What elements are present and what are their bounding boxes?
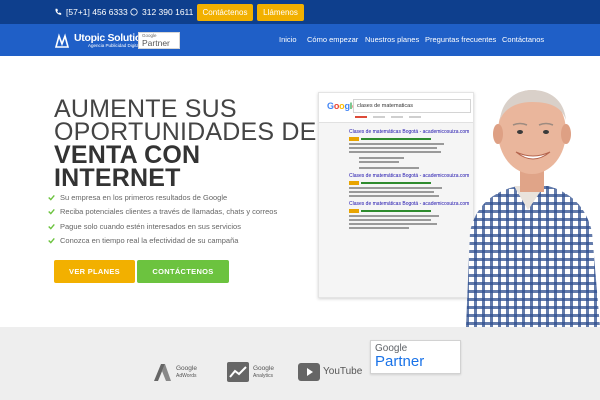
phone-number: [57+1] 456 6333 [66,7,128,17]
check-icon [48,223,55,230]
bullet-text: Reciba potenciales clientes a través de … [60,207,278,216]
hero-bullet-3: Pague solo cuando estén interesados en s… [48,220,241,233]
site-logo[interactable]: Utopic Solution Agencia Publicidad Digit… [55,31,147,50]
result-ad-3 [349,208,431,213]
analytics-label-product: Analytics [253,373,274,379]
youtube-label: YouTube [323,366,363,377]
google-search-mockup: Google clases de matematicas Clases de m… [318,92,474,298]
search-query-box: clases de matematicas [353,99,471,113]
google-partner-badge: Google Partner [138,32,180,49]
bullet-text: Pague solo cuando estén interesados en s… [60,222,241,231]
hero-headline-line-4: INTERNET [54,164,181,192]
result-title-3: Clases de matemáticas Bogotá - academico… [349,201,470,207]
youtube-icon [298,363,320,381]
analytics-label-google: Google [253,365,274,372]
adwords-label-google: Google [176,365,197,372]
bullet-text: Su empresa en los primeros resultados de… [60,193,228,202]
call-top-button[interactable]: Llámenos [257,4,304,21]
hero-bullet-2: Reciba potenciales clientes a través de … [48,205,277,218]
nav-item-inicio[interactable]: Inicio [279,34,297,46]
search-header: Google clases de matematicas [319,93,473,123]
result-ad-2 [349,180,431,185]
check-icon [48,208,55,215]
phone-icon [55,8,62,15]
analytics-icon [227,362,249,382]
utopic-logo-icon [55,32,70,48]
contact-hero-button[interactable]: CONTÁCTENOS [137,260,229,283]
adwords-icon [154,364,171,381]
search-tabs [355,116,427,118]
check-icon [48,237,55,244]
check-icon [48,194,55,201]
partner-badge-big: Partner [142,37,170,48]
logo-name: Utopic Solution [74,31,148,44]
whatsapp-number: 312 390 1611 [142,7,194,17]
result-title-2: Clases de matemáticas Bogotá - academico… [349,173,470,179]
bullet-text: Conozca en tiempo real la efectividad de… [60,236,239,245]
hero-bullet-4: Conozca en tiempo real la efectividad de… [48,234,238,247]
result-title-1: Clases de matemáticas Bogotá - academico… [349,129,470,135]
result-ad-1 [349,136,431,141]
nav-item-como-empezar[interactable]: Cómo empezar [307,34,358,46]
nav-item-contactanos[interactable]: Contáctanos [502,34,544,46]
contact-top-button[interactable]: Contáctenos [197,4,253,21]
phone-contact[interactable]: [57+1] 456 6333 [54,0,128,24]
whatsapp-icon [130,8,138,16]
nav-item-planes[interactable]: Nuestros planes [365,34,419,46]
partner-logo-big: Partner [375,353,425,370]
whatsapp-contact[interactable]: 312 390 1611 [130,0,193,24]
nav-item-preguntas[interactable]: Preguntas frecuentes [425,34,496,46]
view-plans-button[interactable]: VER PLANES [54,260,135,283]
top-contact-bar: [57+1] 456 6333 312 390 1611 Contáctenos… [0,0,600,24]
hero-bullet-1: Su empresa en los primeros resultados de… [48,191,227,204]
smiling-man-photo [466,90,600,327]
adwords-label-product: AdWords [176,373,197,379]
